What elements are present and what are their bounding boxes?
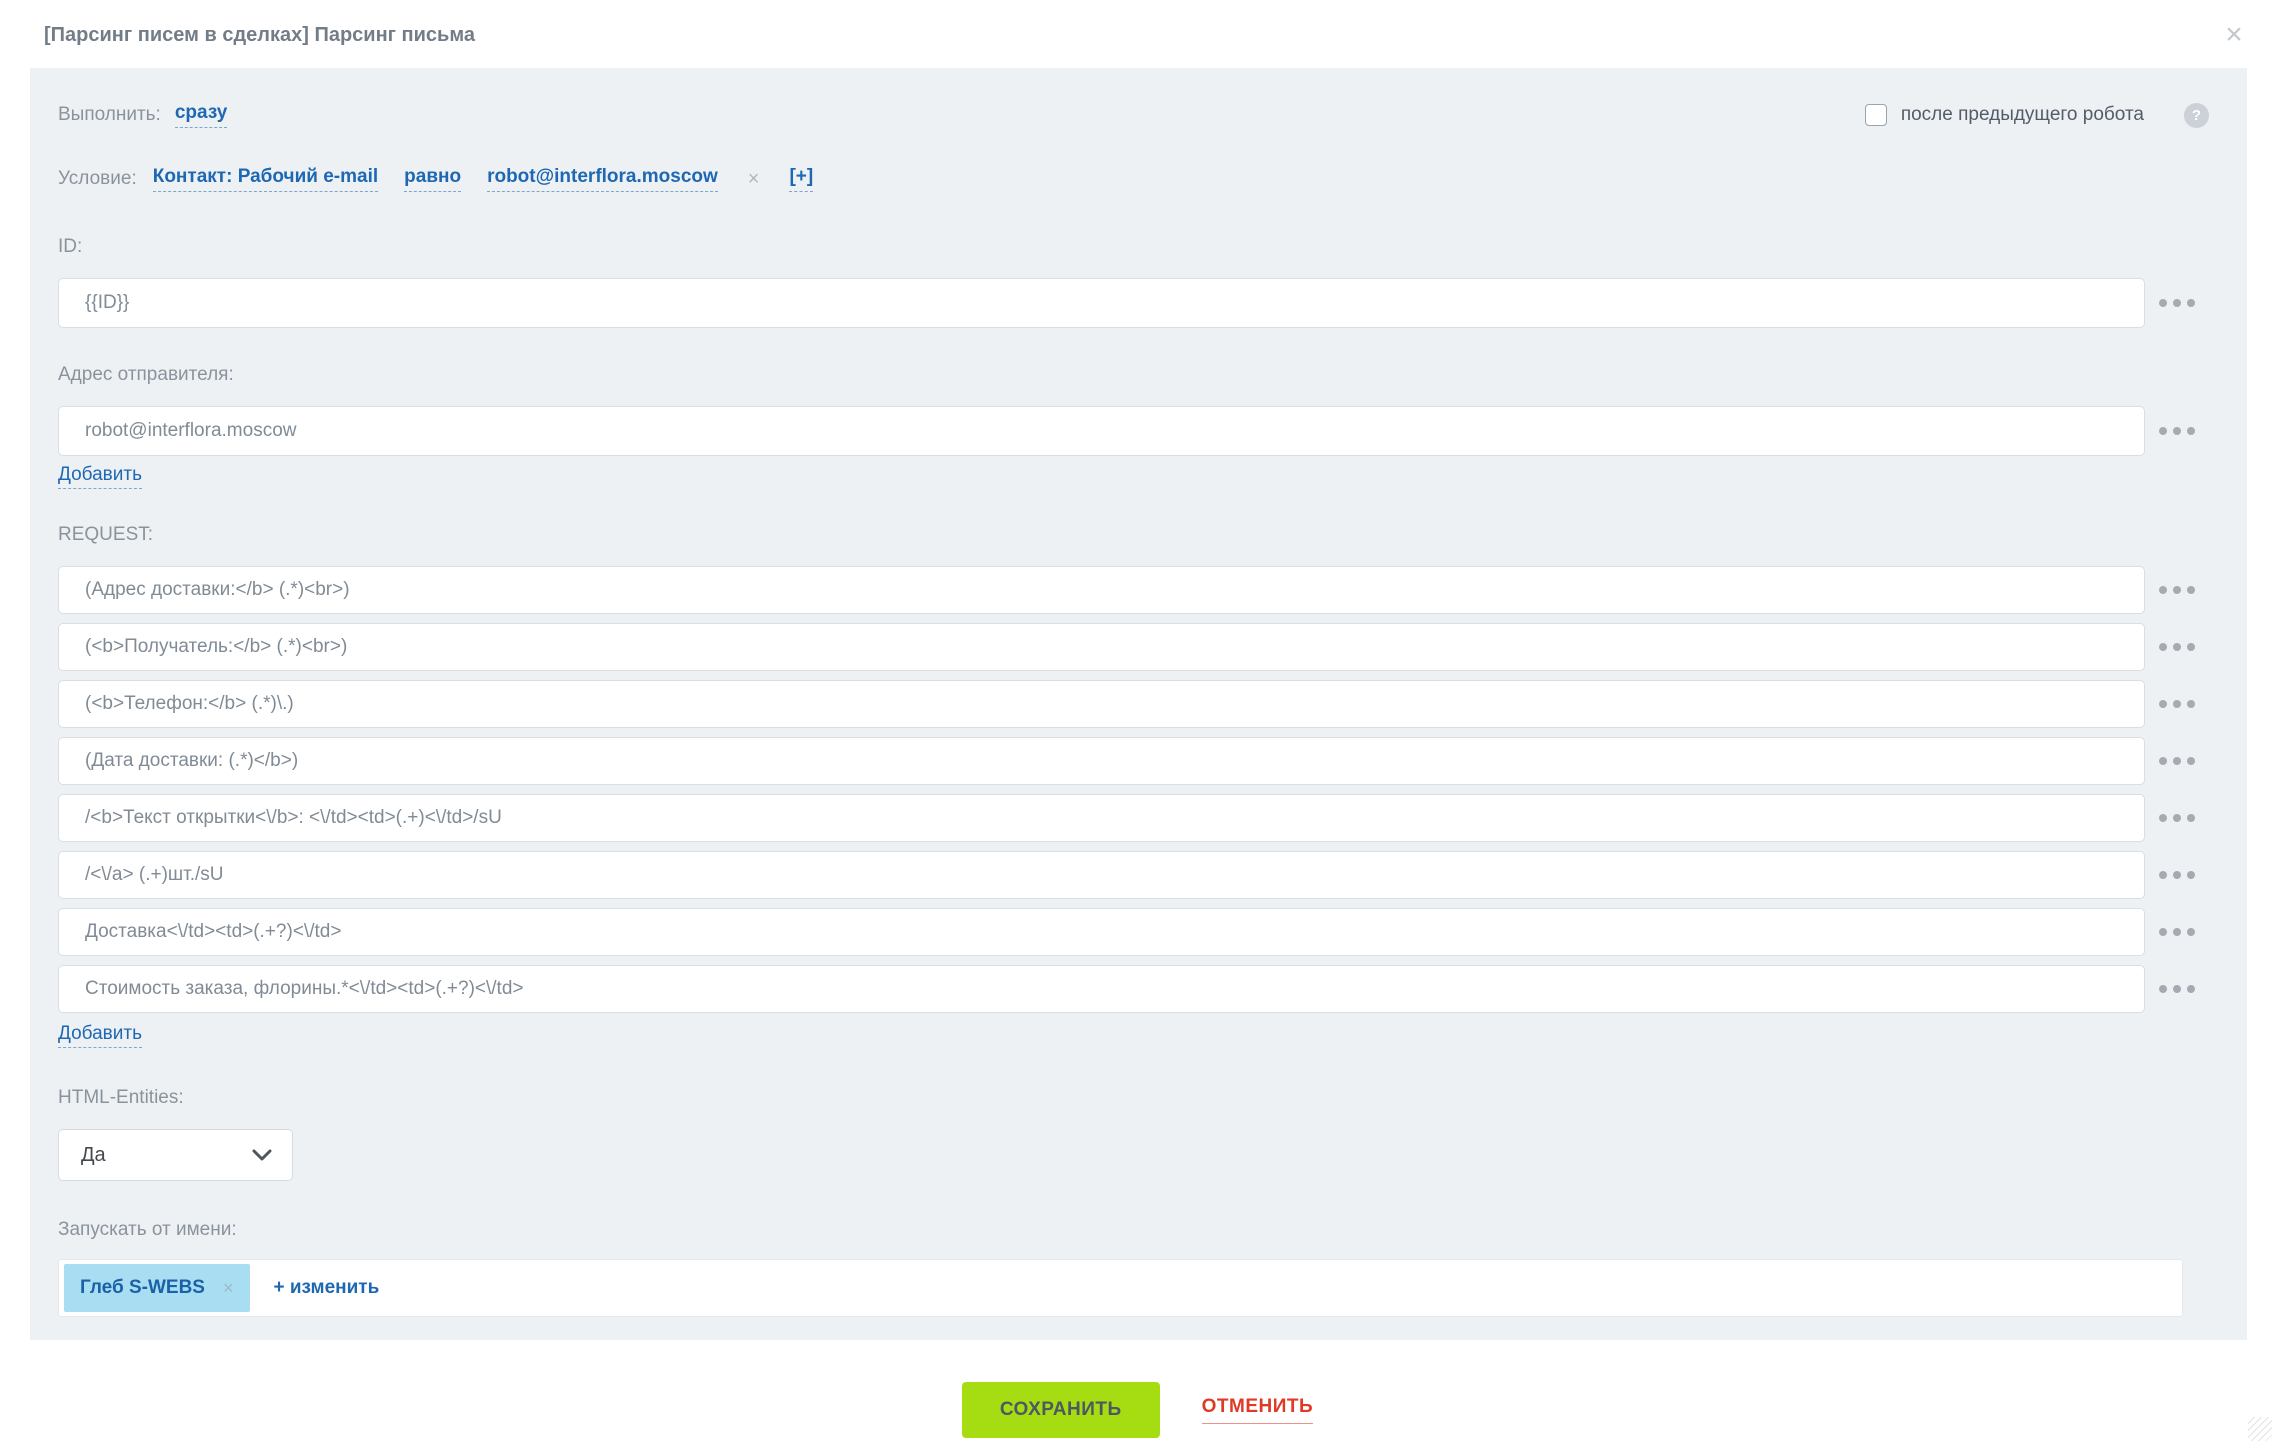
execute-row: Выполнить: сразу после предыдущего робот…	[58, 102, 2209, 128]
run-as-label: Запускать от имени:	[58, 1219, 2209, 1241]
more-options-button[interactable]	[2145, 985, 2209, 993]
run-as-change-link[interactable]: + изменить	[274, 1277, 380, 1299]
condition-field-link[interactable]: Контакт: Рабочий e-mail	[153, 166, 378, 192]
request-label: REQUEST:	[58, 524, 2209, 546]
html-entities-label: HTML-Entities:	[58, 1087, 2209, 1109]
id-label: ID:	[58, 236, 2209, 258]
more-options-button[interactable]	[2145, 586, 2209, 594]
id-input[interactable]	[58, 278, 2145, 328]
condition-label: Условие:	[58, 168, 137, 190]
dialog-footer: СОХРАНИТЬ ОТМЕНИТЬ	[0, 1382, 2275, 1438]
request-row	[58, 965, 2209, 1013]
request-add-row: Добавить	[58, 1023, 2209, 1045]
request-row	[58, 680, 2209, 728]
chevron-down-icon	[252, 1149, 272, 1161]
dialog-titlebar: [Парсинг писем в сделках] Парсинг письма…	[0, 0, 2275, 68]
help-icon[interactable]: ?	[2184, 103, 2209, 128]
more-options-button[interactable]	[2145, 814, 2209, 822]
request-input[interactable]	[58, 566, 2145, 614]
user-tag: Глеб S-WEBS ×	[64, 1264, 250, 1312]
cancel-button[interactable]: ОТМЕНИТЬ	[1202, 1396, 1314, 1424]
request-input[interactable]	[58, 680, 2145, 728]
condition-row: Условие: Контакт: Рабочий e-mail равно r…	[58, 166, 2209, 192]
condition-remove-icon[interactable]: ×	[748, 168, 760, 191]
sender-field-row	[58, 406, 2209, 456]
condition-operator-link[interactable]: равно	[404, 166, 461, 192]
request-input[interactable]	[58, 623, 2145, 671]
html-entities-select[interactable]: Да	[58, 1129, 293, 1181]
sender-add-row: Добавить	[58, 464, 2209, 486]
request-row	[58, 794, 2209, 842]
more-options-button[interactable]	[2145, 700, 2209, 708]
request-row	[58, 908, 2209, 956]
robot-settings-dialog: [Парсинг писем в сделках] Парсинг письма…	[0, 0, 2275, 1444]
request-row	[58, 566, 2209, 614]
run-as-container[interactable]: Глеб S-WEBS × + изменить	[58, 1259, 2183, 1317]
request-input[interactable]	[58, 851, 2145, 899]
more-options-button[interactable]	[2145, 643, 2209, 651]
execute-setting: Выполнить: сразу	[58, 102, 227, 128]
request-row	[58, 623, 2209, 671]
condition-value-link[interactable]: robot@interflora.moscow	[487, 166, 718, 192]
after-previous-checkbox[interactable]	[1865, 104, 1887, 126]
more-options-button[interactable]	[2145, 427, 2209, 435]
after-previous-robot-setting: после предыдущего робота ?	[1865, 103, 2209, 128]
more-options-button[interactable]	[2145, 928, 2209, 936]
user-tag-remove-icon[interactable]: ×	[223, 1278, 234, 1299]
condition-add-link[interactable]: [+]	[789, 166, 813, 192]
resize-grip[interactable]	[2248, 1417, 2272, 1441]
request-add-link[interactable]: Добавить	[58, 1023, 142, 1048]
request-row	[58, 851, 2209, 899]
sender-label: Адрес отправителя:	[58, 364, 2209, 386]
after-previous-label: после предыдущего робота	[1901, 104, 2144, 126]
more-options-button[interactable]	[2145, 757, 2209, 765]
request-input[interactable]	[58, 737, 2145, 785]
sender-add-link[interactable]: Добавить	[58, 464, 142, 489]
save-button[interactable]: СОХРАНИТЬ	[962, 1382, 1160, 1438]
request-input[interactable]	[58, 965, 2145, 1013]
sender-input[interactable]	[58, 406, 2145, 456]
execute-label: Выполнить:	[58, 104, 161, 126]
more-options-button[interactable]	[2145, 871, 2209, 879]
request-input[interactable]	[58, 794, 2145, 842]
close-icon[interactable]: ×	[2217, 18, 2251, 52]
user-tag-name: Глеб S-WEBS	[80, 1277, 205, 1299]
dialog-title: [Парсинг писем в сделках] Парсинг письма	[44, 24, 475, 47]
html-entities-value: Да	[81, 1144, 106, 1167]
execute-value-link[interactable]: сразу	[175, 102, 228, 128]
more-options-button[interactable]	[2145, 299, 2209, 307]
request-row	[58, 737, 2209, 785]
settings-panel: Выполнить: сразу после предыдущего робот…	[30, 68, 2247, 1340]
id-field-row	[58, 278, 2209, 328]
request-input[interactable]	[58, 908, 2145, 956]
